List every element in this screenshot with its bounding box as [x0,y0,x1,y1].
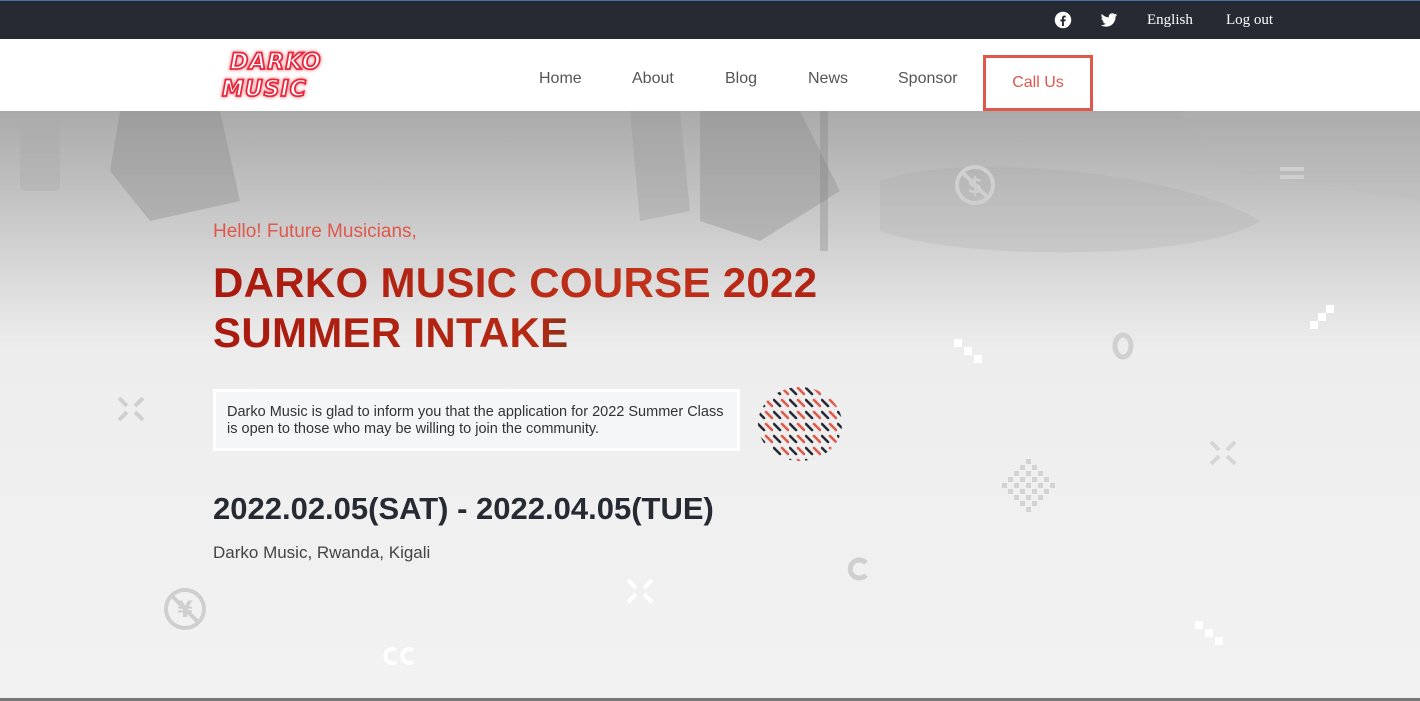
main-navbar: DARKO MUSIC Home About Blog News Sponsor… [0,39,1420,111]
equals-icon [1280,167,1304,179]
hero-title-line2: SUMMER INTAKE [213,308,933,358]
svg-text:MUSIC: MUSIC [222,77,307,102]
nav-home[interactable]: Home [539,70,582,88]
c-glyph-icon [847,557,868,581]
logout-link[interactable]: Log out [1226,12,1273,29]
cross-icon [1209,440,1237,466]
double-c-icon [383,647,415,665]
nav-sponsor[interactable]: Sponsor [898,70,958,88]
announcement-box: Darko Music is glad to inform you that t… [213,389,740,451]
nav-about[interactable]: About [632,70,674,88]
nav-news[interactable]: News [808,70,848,88]
twitter-icon[interactable] [1100,11,1118,29]
call-us-button[interactable]: Call Us [983,55,1093,111]
pixel-steps-icon [1195,621,1223,645]
cross-icon [117,396,145,422]
checker-diamond-icon [1002,459,1055,512]
cross-icon [626,578,654,604]
yen-coin-icon: ¥ [164,588,206,630]
hero-greeting: Hello! Future Musicians, [213,221,417,242]
course-dates: 2022.02.05(SAT) - 2022.04.05(TUE) [213,491,714,526]
top-bar: English Log out [0,0,1420,39]
pattern-circle-decoration [758,387,842,461]
hero-title-line1: DARKO MUSIC COURSE 2022 [213,258,933,308]
course-location: Darko Music, Rwanda, Kigali [213,543,431,562]
hero-section: $ ¥ [0,111,1420,701]
facebook-icon[interactable] [1054,11,1072,29]
zero-glyph-icon [1112,332,1134,360]
language-selector[interactable]: English [1147,12,1193,29]
nav-blog[interactable]: Blog [725,70,757,88]
pixel-steps-icon [1310,305,1334,329]
svg-text:DARKO: DARKO [230,50,322,75]
hero-title: DARKO MUSIC COURSE 2022 SUMMER INTAKE [213,258,933,358]
dollar-coin-icon: $ [955,165,995,205]
darko-music-logo[interactable]: DARKO MUSIC [218,44,330,106]
pixel-steps-icon [954,339,982,363]
